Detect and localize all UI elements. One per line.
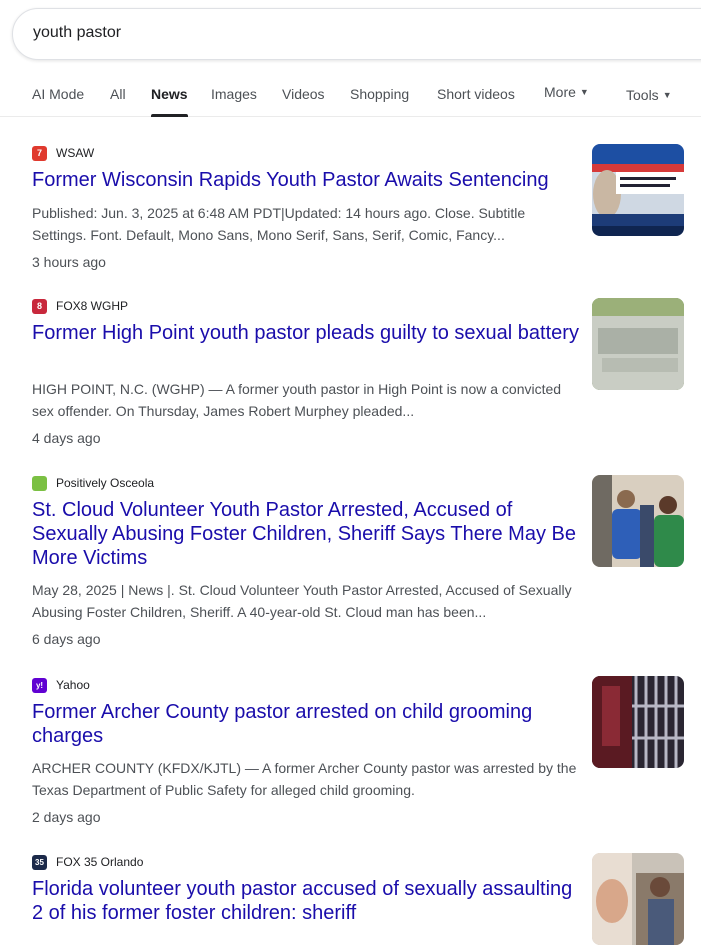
tab-shopping[interactable]: Shopping [350, 86, 409, 102]
result-title-link[interactable]: St. Cloud Volunteer Youth Pastor Arreste… [32, 498, 580, 570]
result-age: 3 hours ago [32, 254, 106, 270]
tab-short-videos[interactable]: Short videos [437, 86, 515, 102]
mugshot-thumbnail[interactable] [592, 853, 684, 945]
search-input[interactable] [33, 24, 533, 42]
chevron-down-icon: ▼ [662, 90, 672, 100]
tab-all[interactable]: All [110, 86, 126, 102]
wsaw-logo-icon: 7 [32, 145, 47, 161]
result-title-link[interactable]: Former Wisconsin Rapids Youth Pastor Awa… [32, 168, 580, 192]
source-name: FOX 35 Orlando [56, 855, 144, 869]
result-source[interactable]: 7 WSAW [32, 144, 94, 162]
result-source[interactable]: 35 FOX 35 Orlando [32, 853, 143, 871]
tools-label: Tools [626, 87, 659, 103]
tab-videos[interactable]: Videos [282, 86, 325, 102]
source-name: Positively Osceola [56, 476, 155, 490]
church-sign-thumbnail[interactable] [592, 298, 684, 390]
source-name: FOX8 WGHP [56, 299, 129, 313]
result-snippet: ARCHER COUNTY (KFDX/KJTL) — A former Arc… [32, 760, 577, 798]
chevron-down-icon: ▼ [579, 87, 589, 97]
tab-news[interactable]: News [151, 86, 188, 117]
result-source[interactable]: 8 FOX8 WGHP [32, 297, 128, 315]
fox8-logo-icon: 8 [32, 298, 47, 314]
result-age: 4 days ago [32, 430, 101, 446]
result-title-link[interactable]: Former High Point youth pastor pleads gu… [32, 321, 580, 345]
result-age: 2 days ago [32, 809, 101, 825]
tools-button[interactable]: Tools ▼ [626, 87, 672, 103]
news-broadcast-thumbnail[interactable] [592, 144, 684, 236]
result-title-link[interactable]: Florida volunteer youth pastor accused o… [32, 877, 580, 925]
yahoo-logo-icon: y! [32, 677, 47, 693]
fox35-logo-icon: 35 [32, 854, 47, 870]
positively-osceola-logo-icon [32, 475, 47, 491]
jail-cell-thumbnail[interactable] [592, 676, 684, 768]
result-snippet: Published: Jun. 3, 2025 at 6:48 AM PDT|U… [32, 205, 526, 243]
result-title-link[interactable]: Former Archer County pastor arrested on … [32, 700, 580, 748]
search-box[interactable] [12, 8, 701, 60]
result-source[interactable]: y! Yahoo [32, 676, 90, 694]
search-tabs: AI Mode All News Images Videos Shopping … [0, 78, 701, 117]
result-source[interactable]: Positively Osceola [32, 474, 154, 492]
tab-more-label: More [544, 84, 576, 100]
tab-more[interactable]: More ▼ [544, 84, 589, 100]
arrest-photo-thumbnail[interactable] [592, 475, 684, 567]
tab-images[interactable]: Images [211, 86, 257, 102]
source-name: WSAW [56, 146, 95, 160]
result-snippet: HIGH POINT, N.C. (WGHP) — A former youth… [32, 381, 562, 419]
tab-ai-mode[interactable]: AI Mode [32, 86, 84, 102]
result-snippet: May 28, 2025 | News |. St. Cloud Volunte… [32, 582, 572, 620]
result-age: 6 days ago [32, 631, 101, 647]
source-name: Yahoo [56, 678, 90, 692]
